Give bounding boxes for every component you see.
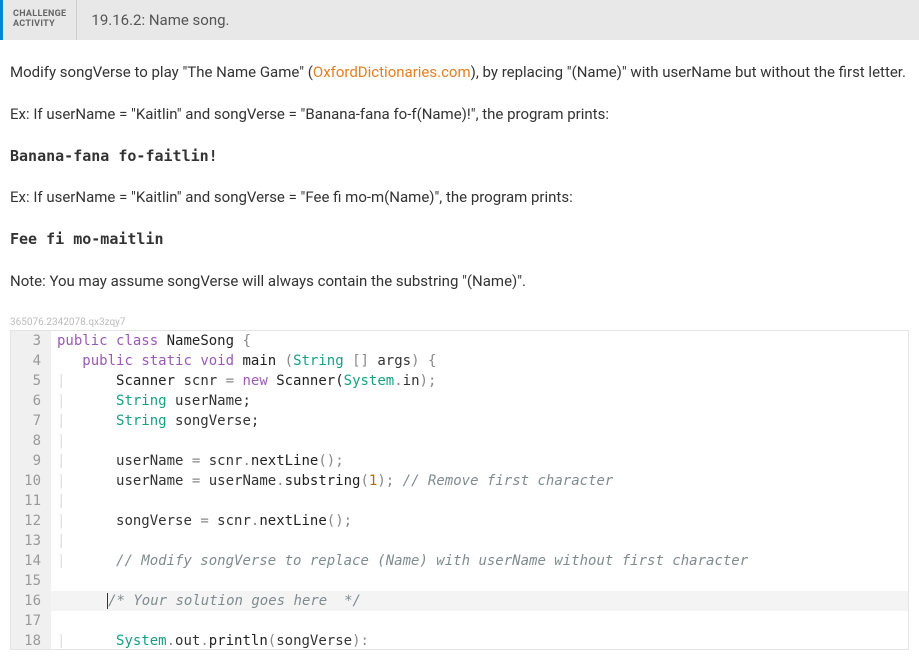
line-number: 15 bbox=[11, 571, 51, 591]
example-2-output: Fee fi mo-maitlin bbox=[10, 229, 909, 251]
code-line[interactable]: 18 | System.out.println(songVerse): bbox=[11, 631, 908, 649]
line-number: 5 bbox=[11, 371, 51, 391]
example-2-intro: Ex: If userName = "Kaitlin" and songVers… bbox=[10, 187, 909, 209]
line-number: 13 bbox=[11, 531, 51, 551]
example-1-intro: Ex: If userName = "Kaitlin" and songVers… bbox=[10, 104, 909, 126]
oxford-link[interactable]: OxfordDictionaries.com bbox=[313, 63, 471, 81]
line-number: 16 bbox=[11, 591, 51, 611]
line-number: 8 bbox=[11, 431, 51, 451]
intro-paragraph: Modify songVerse to play "The Name Game"… bbox=[10, 62, 909, 84]
line-number: 14 bbox=[11, 551, 51, 571]
code-line[interactable]: 15 bbox=[11, 571, 908, 591]
challenge-title: 19.16.2: Name song. bbox=[77, 0, 243, 40]
example-1-output: Banana-fana fo-faitlin! bbox=[10, 146, 909, 168]
line-number: 10 bbox=[11, 471, 51, 491]
code-line[interactable]: 17 bbox=[11, 611, 908, 631]
code-line[interactable]: 8 | bbox=[11, 431, 908, 451]
challenge-badge: CHALLENGE ACTIVITY bbox=[3, 0, 77, 40]
line-number: 3 bbox=[11, 331, 51, 351]
problem-statement: Modify songVerse to play "The Name Game"… bbox=[0, 40, 919, 293]
code-line[interactable]: 11 | bbox=[11, 491, 908, 511]
code-line[interactable]: 10 | userName = userName.substring(1); /… bbox=[11, 471, 908, 491]
code-line[interactable]: 9 | userName = scnr.nextLine(); bbox=[11, 451, 908, 471]
code-line[interactable]: 14 | // Modify songVerse to replace (Nam… bbox=[11, 551, 908, 571]
line-number: 11 bbox=[11, 491, 51, 511]
line-number: 6 bbox=[11, 391, 51, 411]
line-number: 7 bbox=[11, 411, 51, 431]
code-line-active[interactable]: 16 /* Your solution goes here */ bbox=[11, 591, 908, 611]
code-line[interactable]: 5 | Scanner scnr = new Scanner(System.in… bbox=[11, 371, 908, 391]
line-number: 17 bbox=[11, 611, 51, 631]
note-paragraph: Note: You may assume songVerse will alwa… bbox=[10, 271, 909, 293]
line-number: 12 bbox=[11, 511, 51, 531]
challenge-header: CHALLENGE ACTIVITY 19.16.2: Name song. bbox=[0, 0, 919, 40]
line-number: 4 bbox=[11, 351, 51, 371]
code-editor[interactable]: 3 public class NameSong { 4 public stati… bbox=[10, 330, 909, 650]
code-line[interactable]: 3 public class NameSong { bbox=[11, 331, 908, 351]
code-line[interactable]: 12 | songVerse = scnr.nextLine(); bbox=[11, 511, 908, 531]
line-number: 9 bbox=[11, 451, 51, 471]
code-line[interactable]: 4 public static void main (String [] arg… bbox=[11, 351, 908, 371]
code-line[interactable]: 7 | String songVerse; bbox=[11, 411, 908, 431]
code-line[interactable]: 6 | String userName; bbox=[11, 391, 908, 411]
badge-line-2: ACTIVITY bbox=[13, 20, 66, 30]
tracking-hash: 365076.2342078.qx3zqy7 bbox=[0, 313, 919, 330]
code-line[interactable]: 13 | bbox=[11, 531, 908, 551]
line-number: 18 bbox=[11, 631, 51, 649]
